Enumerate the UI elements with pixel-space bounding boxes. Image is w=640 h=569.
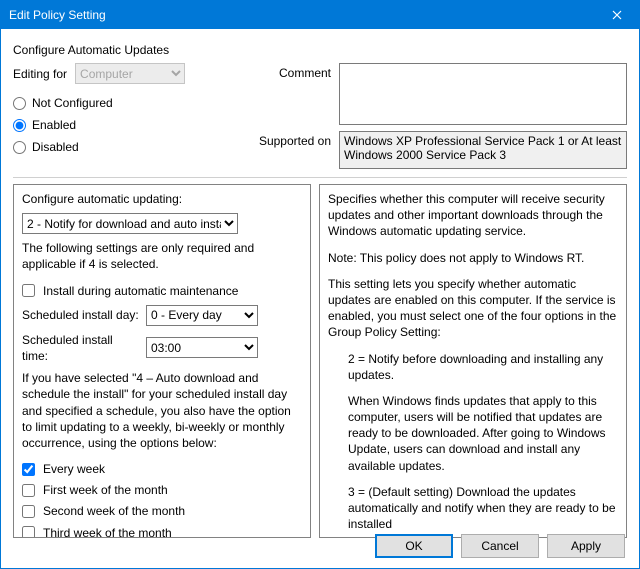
radio-label: Enabled [32,118,76,132]
options-panel[interactable]: Configure automatic updating: 2 - Notify… [13,184,311,538]
help-panel[interactable]: Specifies whether this computer will rec… [319,184,627,538]
help-text: 2 = Notify before downloading and instal… [328,351,618,383]
first-week-input[interactable] [22,484,35,497]
editing-for-label: Editing for [13,67,67,81]
third-week-checkbox[interactable]: Third week of the month [22,525,302,538]
sched-time-label: Scheduled install time: [22,332,140,364]
editing-for-select[interactable]: Computer [75,63,185,84]
titlebar: Edit Policy Setting [1,1,639,29]
policy-name: Configure Automatic Updates [13,43,627,57]
install-maint-checkbox[interactable]: Install during automatic maintenance [22,283,302,299]
button-bar: OK Cancel Apply [375,534,625,558]
close-button[interactable] [595,1,639,29]
radio-label: Not Configured [32,96,113,110]
second-week-input[interactable] [22,505,35,518]
options-explain4: If you have selected "4 – Auto download … [22,370,302,451]
configure-updating-select[interactable]: 2 - Notify for download and auto install [22,213,238,234]
install-maint-input[interactable] [22,284,35,297]
comment-input[interactable] [339,63,627,125]
checkbox-label: Second week of the month [43,503,185,519]
help-text: When Windows finds updates that apply to… [328,393,618,474]
sched-time-select[interactable]: 03:00 [146,337,258,358]
apply-button[interactable]: Apply [547,534,625,558]
help-text: Specifies whether this computer will rec… [328,191,618,240]
first-week-checkbox[interactable]: First week of the month [22,482,302,498]
radio-enabled-input[interactable] [13,119,26,132]
supported-label: Supported on [253,131,331,148]
checkbox-label: Third week of the month [43,525,172,538]
supported-on-text: Windows XP Professional Service Pack 1 o… [339,131,627,169]
options-heading: Configure automatic updating: [22,191,302,207]
comment-label: Comment [253,63,331,80]
checkbox-label: Install during automatic maintenance [43,283,238,299]
second-week-checkbox[interactable]: Second week of the month [22,503,302,519]
sched-day-select[interactable]: 0 - Every day [146,305,258,326]
checkbox-label: First week of the month [43,482,168,498]
radio-disabled[interactable]: Disabled [13,136,243,158]
radio-enabled[interactable]: Enabled [13,114,243,136]
help-text: This setting lets you specify whether au… [328,276,618,341]
every-week-input[interactable] [22,463,35,476]
state-radio-group: Not Configured Enabled Disabled [13,92,243,158]
checkbox-label: Every week [43,461,105,477]
radio-not-configured[interactable]: Not Configured [13,92,243,114]
separator [13,177,627,178]
options-note: The following settings are only required… [22,240,302,272]
help-text: 3 = (Default setting) Download the updat… [328,484,618,533]
radio-label: Disabled [32,140,79,154]
every-week-checkbox[interactable]: Every week [22,461,302,477]
window-title: Edit Policy Setting [9,8,106,22]
radio-not-configured-input[interactable] [13,97,26,110]
cancel-button[interactable]: Cancel [461,534,539,558]
ok-button[interactable]: OK [375,534,453,558]
close-icon [612,10,622,20]
sched-day-label: Scheduled install day: [22,307,140,323]
third-week-input[interactable] [22,526,35,538]
help-text: Note: This policy does not apply to Wind… [328,250,618,266]
radio-disabled-input[interactable] [13,141,26,154]
